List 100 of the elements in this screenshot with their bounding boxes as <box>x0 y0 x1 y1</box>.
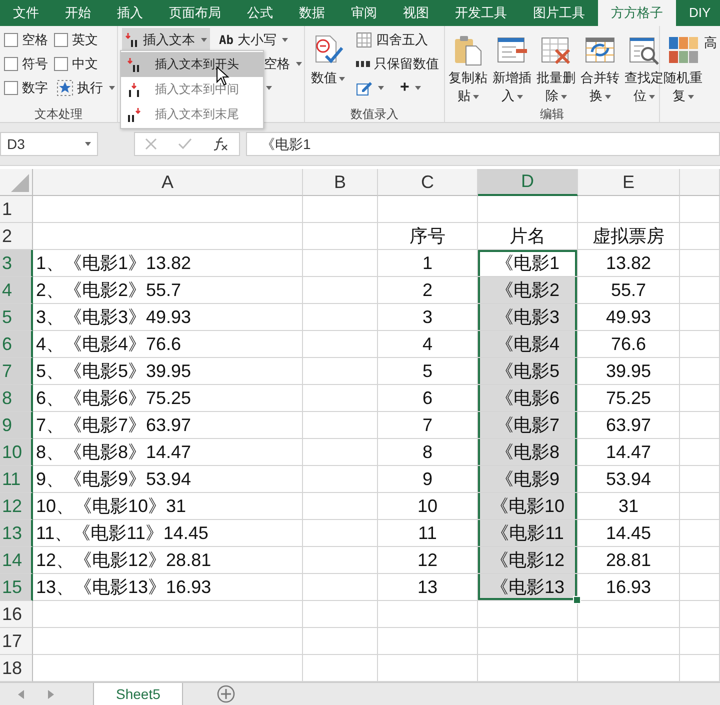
function-icon <box>212 137 229 151</box>
column-header[interactable]: E <box>578 169 680 196</box>
row-header[interactable]: 12 <box>0 493 33 520</box>
row-header[interactable]: 4 <box>0 277 33 304</box>
ribbon-large-button[interactable]: 高 <box>704 28 717 52</box>
column-header[interactable]: C <box>378 169 478 196</box>
ribbon-tab[interactable]: 开始 <box>52 0 104 26</box>
table-cell: 49.93 <box>578 304 680 331</box>
column-header[interactable]: D <box>478 169 578 196</box>
table-cell <box>680 358 720 385</box>
column-header[interactable]: A <box>33 169 303 196</box>
table-cell: 7、《电影7》63.97 <box>33 412 303 439</box>
ribbon-tab[interactable]: DIY <box>676 0 720 26</box>
row-header[interactable]: 13 <box>0 520 33 547</box>
ribbon-tab[interactable]: 页面布局 <box>156 0 234 26</box>
table-cell: 76.6 <box>578 331 680 358</box>
row-header[interactable]: 6 <box>0 331 33 358</box>
table-cell: 10、《电影10》31 <box>33 493 303 520</box>
table-cell <box>680 628 720 655</box>
checkbox[interactable]: 中文 <box>54 52 118 75</box>
ribbon-large-button[interactable]: 新增插入 <box>493 28 531 105</box>
table-cell: 14.45 <box>578 520 680 547</box>
row-header[interactable]: 11 <box>0 466 33 493</box>
ribbon-large-button[interactable]: 查找定位 <box>625 28 663 105</box>
ribbon-button[interactable]: 只保留数值 <box>353 52 442 75</box>
table-cell: 16.93 <box>578 574 680 601</box>
table-cell: 75.25 <box>578 385 680 412</box>
ribbon-tab[interactable]: 视图 <box>390 0 442 26</box>
row-header[interactable]: 5 <box>0 304 33 331</box>
table-cell: 55.7 <box>578 277 680 304</box>
row-header[interactable]: 10 <box>0 439 33 466</box>
star-icon <box>57 80 73 96</box>
column-header[interactable] <box>680 169 720 196</box>
check-icon <box>178 138 192 150</box>
ribbon-tab[interactable]: 审阅 <box>338 0 390 26</box>
row-header[interactable]: 16 <box>0 601 33 628</box>
column-header[interactable]: B <box>303 169 378 196</box>
table-cell: 《电影9 <box>478 466 578 493</box>
ribbon-button[interactable]: 四舍五入 <box>353 28 442 51</box>
ribbon-tab[interactable]: 数据 <box>286 0 338 26</box>
ribbon-tab[interactable]: 方方格子 <box>598 0 676 26</box>
menu-item[interactable]: 插入文本到末尾 <box>121 102 263 127</box>
ribbon-button[interactable]: 插入文本 <box>122 28 210 51</box>
table-cell <box>680 196 720 223</box>
ribbon-tab[interactable]: 公式 <box>234 0 286 26</box>
ribbon-large-button[interactable]: 复制粘贴 <box>449 28 487 105</box>
row-header[interactable]: 14 <box>0 547 33 574</box>
table-cell: 《电影13 <box>478 574 578 601</box>
row-header[interactable]: 8 <box>0 385 33 412</box>
ribbon-large-button[interactable]: 合并转换 <box>581 28 619 105</box>
tool-button[interactable]: + <box>397 76 424 99</box>
ribbon-large-button[interactable]: 批量删除 <box>537 28 575 105</box>
table-cell: 8、《电影8》14.47 <box>33 439 303 466</box>
checkbox[interactable]: 英文 <box>54 28 118 51</box>
select-all-corner[interactable] <box>0 169 33 196</box>
table-cell <box>680 574 720 601</box>
table-cell: 《电影8 <box>478 439 578 466</box>
row-header[interactable]: 17 <box>0 628 33 655</box>
cancel-icon <box>145 138 158 150</box>
ribbon-large-button[interactable]: 随机重复 <box>664 28 702 105</box>
sheet-tab[interactable]: Sheet5 <box>93 682 184 704</box>
table-cell: 2、《电影2》55.7 <box>33 277 303 304</box>
caret-icon <box>85 142 91 146</box>
row-header[interactable]: 9 <box>0 412 33 439</box>
table-cell: 63.97 <box>578 412 680 439</box>
insert-text-icon <box>127 58 141 72</box>
corner-triangle-icon <box>11 174 29 192</box>
row-header[interactable]: 2 <box>0 223 33 250</box>
ribbon-large-button[interactable]: 数值 <box>309 28 347 87</box>
ribbon-button[interactable]: Ab 大小写 <box>216 28 305 51</box>
checkbox[interactable]: 符号 <box>4 52 48 75</box>
table-cell <box>680 412 720 439</box>
group-label: 文本处理 <box>34 106 84 122</box>
table-cell: 《电影4 <box>478 331 578 358</box>
row-header[interactable]: 15 <box>0 574 33 601</box>
table-cell: 序号 <box>378 223 478 250</box>
ribbon-button[interactable]: 执行 <box>54 76 118 99</box>
row-header[interactable]: 18 <box>0 655 33 682</box>
checkbox[interactable]: 数字 <box>4 76 48 99</box>
name-box[interactable]: D3 <box>0 132 98 156</box>
scroll-left-icon <box>18 690 24 698</box>
table-cell <box>680 277 720 304</box>
formula-field[interactable]: 《电影1 <box>246 132 720 156</box>
table-cell <box>680 439 720 466</box>
ribbon-button[interactable]: 空格 <box>261 52 305 75</box>
row-header[interactable]: 7 <box>0 358 33 385</box>
ribbon-tab[interactable]: 文件 <box>0 0 52 26</box>
ribbon-tab[interactable]: 图片工具 <box>520 0 598 26</box>
table-cell: 28.81 <box>578 547 680 574</box>
table-cell: 《电影6 <box>478 385 578 412</box>
table-cell: 5、《电影5》39.95 <box>33 358 303 385</box>
table-cell: 11、《电影11》14.45 <box>33 520 303 547</box>
grid-icon <box>356 32 372 48</box>
menu-item[interactable]: 插入文本到开头 <box>121 52 263 77</box>
checkbox[interactable]: 空格 <box>4 28 48 51</box>
ribbon-tab[interactable]: 插入 <box>104 0 156 26</box>
ribbon-tab[interactable]: 开发工具 <box>442 0 520 26</box>
menu-item[interactable]: 插入文本到中间 <box>121 77 263 102</box>
row-header[interactable]: 1 <box>0 196 33 223</box>
row-header[interactable]: 3 <box>0 250 33 277</box>
